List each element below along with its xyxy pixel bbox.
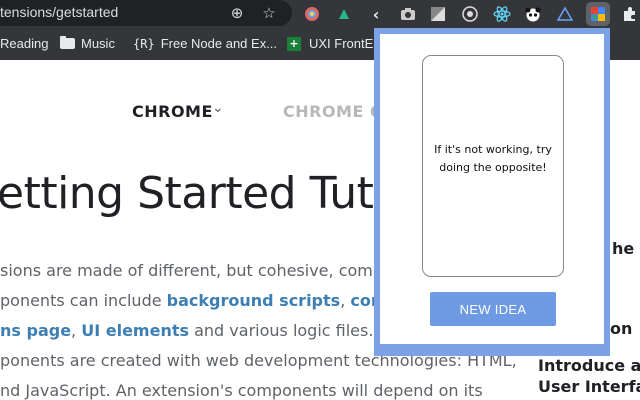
options-page-link[interactable]: ns page	[0, 321, 71, 340]
extension-triangle-icon[interactable]	[555, 4, 575, 24]
bookmark-label: Music	[81, 36, 115, 51]
extension-popup: If it's not working, try doing the oppos…	[374, 28, 610, 356]
extension-react-atom-icon[interactable]	[492, 4, 512, 24]
idea-text: If it's not working, try doing the oppos…	[434, 143, 552, 174]
new-idea-button[interactable]: NEW IDEA	[430, 292, 556, 326]
r-braces-icon: {R}	[133, 36, 155, 51]
extension-camera-icon[interactable]	[398, 4, 418, 24]
extension-target-icon[interactable]	[460, 4, 480, 24]
extension-chevron-left-icon[interactable]: ‹	[366, 4, 386, 24]
extension-gradient-icon[interactable]	[428, 4, 448, 24]
paragraph-text: ,	[340, 291, 351, 310]
paragraph-line: ns page, UI elements and various logic f…	[0, 321, 414, 340]
ui-elements-link[interactable]: UI elements	[81, 321, 189, 340]
paragraph-text: ,	[71, 321, 82, 340]
sidebar-link-introduce-ui[interactable]: Introduce a	[538, 356, 640, 375]
extension-color-wheel-icon[interactable]	[302, 4, 322, 24]
sidebar-fragment[interactable]: on	[610, 319, 632, 338]
folder-icon	[60, 36, 75, 49]
bookmark-uxi-frontend[interactable]: + UXI FrontEn	[287, 36, 381, 51]
extensions-puzzle-icon[interactable]	[620, 4, 640, 24]
browser-toolbar: tensions/getstarted ⊕ ☆ ‹	[0, 0, 640, 28]
extension-active-idea-icon[interactable]	[586, 2, 610, 26]
bookmark-reading[interactable]: Reading	[0, 36, 48, 51]
url-text: tensions/getstarted	[0, 4, 119, 20]
sidebar-fragment[interactable]: he	[612, 239, 634, 258]
paragraph-line: nd JavaScript. An extension's components…	[0, 381, 483, 400]
bookmark-label: Free Node and Ex...	[160, 36, 278, 51]
sidebar-link-introduce-ui-2[interactable]: User Interfac	[538, 377, 640, 396]
extension-wave-icon[interactable]	[334, 4, 354, 24]
bookmark-label: UXI FrontEn	[309, 36, 381, 51]
uxi-logo-icon: +	[287, 36, 301, 51]
paragraph-line: sions are made of different, but cohesiv…	[0, 261, 403, 280]
bookmark-label: Reading	[0, 36, 49, 51]
zoom-icon[interactable]: ⊕	[229, 5, 245, 21]
background-scripts-link[interactable]: background scripts	[167, 291, 341, 310]
bookmark-star-icon[interactable]: ☆	[261, 5, 277, 21]
chevron-down-icon[interactable]: ⌄	[212, 100, 224, 116]
address-bar[interactable]: tensions/getstarted ⊕ ☆	[0, 0, 292, 26]
tab-chrome[interactable]: CHROME	[132, 102, 213, 121]
popup-body: If it's not working, try doing the oppos…	[380, 34, 604, 344]
paragraph-text: ponents can include	[0, 291, 167, 310]
bookmark-music[interactable]: Music	[60, 36, 115, 51]
idea-card: If it's not working, try doing the oppos…	[422, 55, 564, 277]
bookmark-free-node[interactable]: {R} Free Node and Ex...	[133, 36, 277, 51]
paragraph-line: ponents can include background scripts, …	[0, 291, 420, 310]
extension-panda-icon[interactable]	[523, 4, 543, 24]
